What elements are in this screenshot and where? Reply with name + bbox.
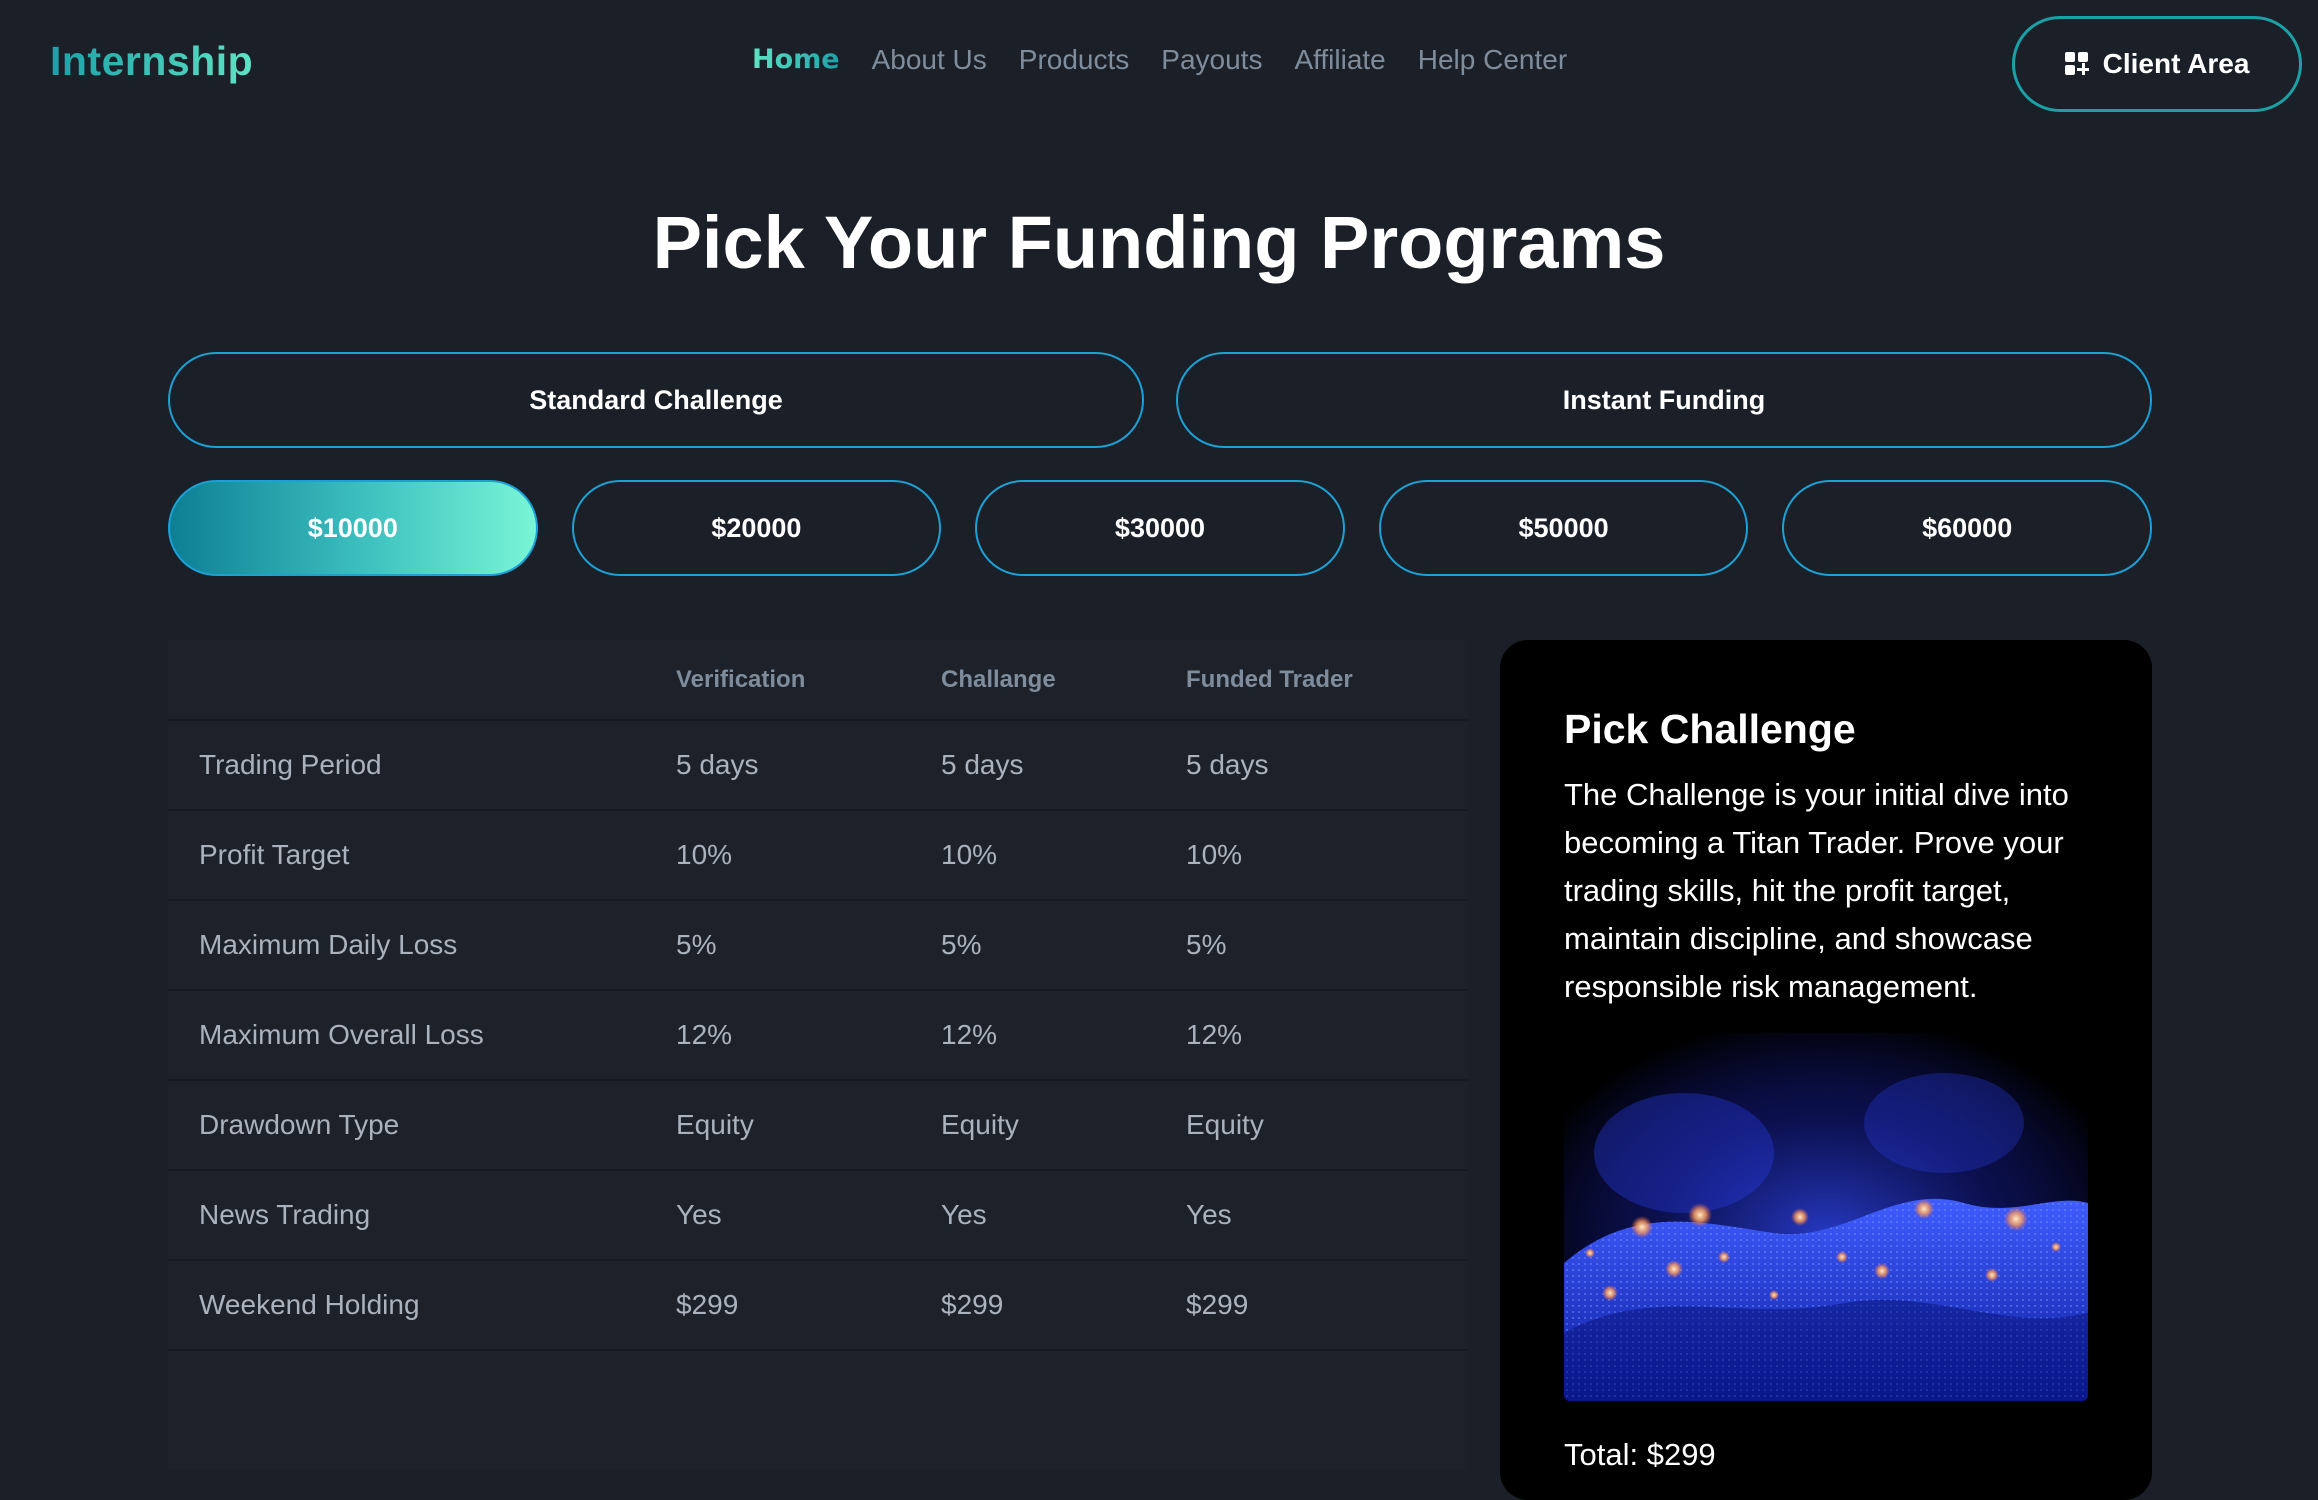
cell-challange: $299 (941, 1260, 1186, 1351)
table-header-funded-trader: Funded Trader (1186, 640, 1468, 721)
cell-verification: 5% (676, 900, 941, 991)
table-row: Trading Period 5 days 5 days 5 days (168, 720, 1468, 811)
cell-verification: $299 (676, 1260, 941, 1351)
brand-logo[interactable]: Internship (50, 38, 253, 85)
amount-option-60000[interactable]: $60000 (1782, 480, 2152, 576)
cell-verification: 12% (676, 990, 941, 1081)
nav-affiliate[interactable]: Affiliate (1294, 44, 1385, 76)
card-title: Pick Challenge (1564, 706, 1856, 752)
cell-funded-trader: Yes (1186, 1170, 1468, 1261)
cell-funded-trader: 12% (1186, 990, 1468, 1081)
row-label: News Trading (168, 1170, 676, 1261)
main-nav: Home About Us Products Payouts Affiliate… (752, 44, 1567, 76)
cell-challange: 5% (941, 900, 1186, 991)
table-row: News Trading Yes Yes Yes (168, 1170, 1468, 1261)
amount-selector: $10000 $20000 $30000 $50000 $60000 (168, 480, 2152, 576)
cell-funded-trader: 5 days (1186, 720, 1468, 811)
nav-home[interactable]: Home (752, 44, 840, 76)
amount-option-10000[interactable]: $10000 (168, 480, 538, 576)
cell-verification: Equity (676, 1080, 941, 1171)
row-label: Weekend Holding (168, 1260, 676, 1351)
amount-option-30000[interactable]: $30000 (975, 480, 1345, 576)
cell-challange: Yes (941, 1170, 1186, 1261)
cell-funded-trader: $299 (1186, 1260, 1468, 1351)
table-row: Weekend Holding $299 $299 $299 (168, 1260, 1468, 1351)
row-label: Trading Period (168, 720, 676, 811)
table-row: Drawdown Type Equity Equity Equity (168, 1080, 1468, 1171)
challenge-type-toggle: Standard Challenge Instant Funding (168, 352, 2152, 448)
card-illustration (1564, 1033, 2088, 1401)
standard-challenge-button[interactable]: Standard Challenge (168, 352, 1144, 448)
cell-challange: 12% (941, 990, 1186, 1081)
nav-help-center[interactable]: Help Center (1418, 44, 1567, 76)
nav-products[interactable]: Products (1019, 44, 1130, 76)
amount-option-50000[interactable]: $50000 (1378, 480, 1749, 576)
cell-challange: 10% (941, 810, 1186, 901)
nav-payouts[interactable]: Payouts (1161, 44, 1262, 76)
table-header-row: Verification Challange Funded Trader (168, 640, 1468, 721)
client-area-label: Client Area (2102, 48, 2250, 79)
instant-funding-button[interactable]: Instant Funding (1176, 352, 2152, 448)
row-label: Maximum Overall Loss (168, 990, 676, 1081)
table-row: Maximum Overall Loss 12% 12% 12% (168, 990, 1468, 1081)
cell-verification: 10% (676, 810, 941, 901)
table-header-verification: Verification (676, 640, 941, 721)
table-header-empty (168, 640, 676, 721)
client-area-button[interactable]: Client Area (2012, 16, 2302, 112)
table-row: Maximum Daily Loss 5% 5% 5% (168, 900, 1468, 991)
row-label: Maximum Daily Loss (168, 900, 676, 991)
nav-about-us[interactable]: About Us (872, 44, 987, 76)
card-total: Total: $299 (1564, 1437, 1716, 1472)
card-description: The Challenge is your initial dive into … (1564, 777, 2069, 1004)
cell-challange: 5 days (941, 720, 1186, 811)
cell-verification: 5 days (676, 720, 941, 811)
cell-verification: Yes (676, 1170, 941, 1261)
page-title: Pick Your Funding Programs (652, 201, 1666, 284)
amount-option-20000[interactable]: $20000 (571, 480, 942, 576)
row-label: Drawdown Type (168, 1080, 676, 1171)
site-header: Internship Home About Us Products Payout… (0, 0, 2318, 130)
table-row: Profit Target 10% 10% 10% (168, 810, 1468, 901)
row-label: Profit Target (168, 810, 676, 901)
challenge-info-card: Pick Challenge The Challenge is your ini… (1500, 640, 2152, 1500)
grid-plus-icon (2064, 52, 2089, 76)
program-specs-table: Verification Challange Funded Trader Tra… (168, 640, 1468, 1470)
cell-funded-trader: 10% (1186, 810, 1468, 901)
table-header-challange: Challange (941, 640, 1186, 721)
cell-challange: Equity (941, 1080, 1186, 1171)
cell-funded-trader: Equity (1186, 1080, 1468, 1171)
cell-funded-trader: 5% (1186, 900, 1468, 991)
